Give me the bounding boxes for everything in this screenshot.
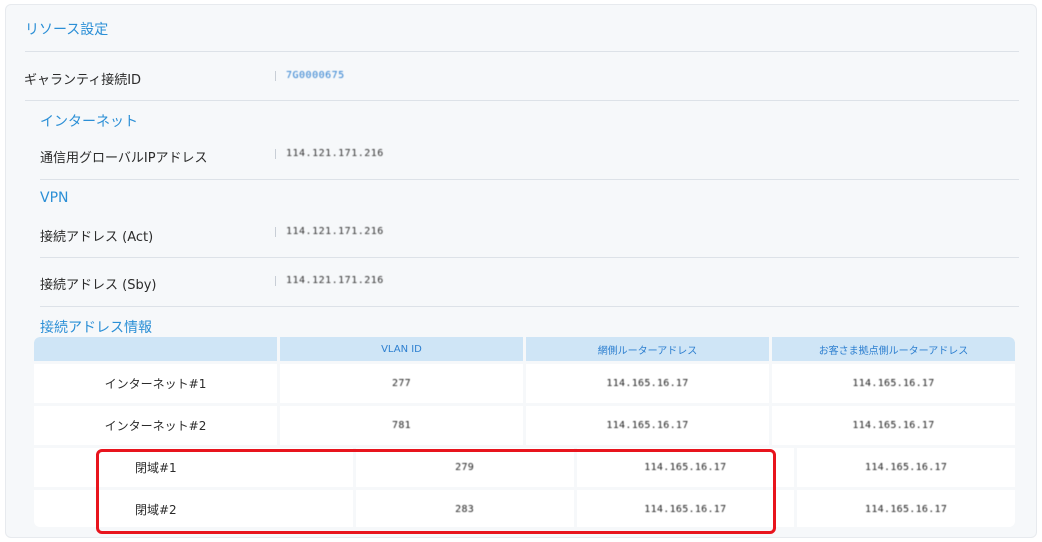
guarantee-id-value-wrap: 7G0000675 bbox=[275, 70, 345, 81]
guarantee-id-value: 7G0000675 bbox=[286, 70, 345, 81]
divider bbox=[25, 51, 1019, 52]
divider bbox=[25, 100, 1019, 101]
vlan-id: 277 bbox=[392, 378, 411, 389]
network-router-address: 114.165.16.17 bbox=[644, 462, 727, 473]
value-separator bbox=[275, 148, 276, 159]
value-separator bbox=[275, 275, 276, 286]
row-name: 閉域#1 bbox=[34, 448, 353, 487]
connection-section-title: 接続アドレス情報 bbox=[40, 320, 152, 336]
vpn-act-label: 接続アドレス (Act) bbox=[40, 230, 154, 245]
value-separator bbox=[275, 226, 276, 237]
vpn-sby-value: 114.121.171.216 bbox=[286, 275, 384, 286]
network-router-address: 114.165.16.17 bbox=[606, 378, 689, 389]
customer-router-address: 114.165.16.17 bbox=[865, 462, 948, 473]
table-header-cell: お客さま拠点側ルーターアドレス bbox=[772, 337, 1015, 361]
vlan-id: 781 bbox=[392, 420, 411, 431]
vpn-act-value: 114.121.171.216 bbox=[286, 226, 384, 237]
divider bbox=[40, 179, 1019, 180]
table-row: インターネット#1 277 114.165.16.17 114.165.16.1… bbox=[34, 364, 1015, 403]
divider bbox=[40, 257, 1019, 258]
guarantee-id-label: ギャランティ接続ID bbox=[24, 73, 142, 88]
vpn-section-title: VPN bbox=[40, 190, 69, 206]
vpn-act-value-wrap: 114.121.171.216 bbox=[275, 226, 384, 237]
global-ip-label: 通信用グローバルIPアドレス bbox=[40, 151, 208, 166]
global-ip-value-wrap: 114.121.171.216 bbox=[275, 148, 384, 159]
customer-router-address: 114.165.16.17 bbox=[865, 504, 948, 515]
divider bbox=[40, 306, 1019, 307]
global-ip-value: 114.121.171.216 bbox=[286, 148, 384, 159]
table-row: 閉域#1 279 114.165.16.17 114.165.16.17 bbox=[34, 448, 1015, 487]
row-name: インターネット#2 bbox=[34, 406, 277, 445]
vlan-id: 283 bbox=[455, 504, 475, 515]
table-row: インターネット#2 781 114.165.16.17 114.165.16.1… bbox=[34, 406, 1015, 445]
table-header: VLAN ID 網側ルーターアドレス お客さま拠点側ルーターアドレス bbox=[34, 337, 1015, 361]
table-row: 閉域#2 283 114.165.16.17 114.165.16.17 bbox=[34, 490, 1015, 527]
internet-section-title: インターネット bbox=[40, 114, 138, 130]
network-router-address: 114.165.16.17 bbox=[606, 420, 689, 431]
vlan-id: 279 bbox=[455, 462, 475, 473]
row-name: 閉域#2 bbox=[34, 490, 353, 527]
vpn-sby-label: 接続アドレス (Sby) bbox=[40, 278, 157, 293]
customer-router-address: 114.165.16.17 bbox=[852, 420, 935, 431]
network-router-address: 114.165.16.17 bbox=[644, 504, 727, 515]
vpn-sby-value-wrap: 114.121.171.216 bbox=[275, 275, 384, 286]
table-header-cell: VLAN ID bbox=[280, 337, 523, 361]
row-name: インターネット#1 bbox=[34, 364, 277, 403]
table-header-cell bbox=[34, 337, 277, 361]
panel-title: リソース設定 bbox=[25, 22, 109, 38]
customer-router-address: 114.165.16.17 bbox=[852, 378, 935, 389]
connection-address-table: VLAN ID 網側ルーターアドレス お客さま拠点側ルーターアドレス インターネ… bbox=[34, 337, 1015, 527]
table-header-cell: 網側ルーターアドレス bbox=[526, 337, 769, 361]
value-separator bbox=[275, 70, 276, 81]
